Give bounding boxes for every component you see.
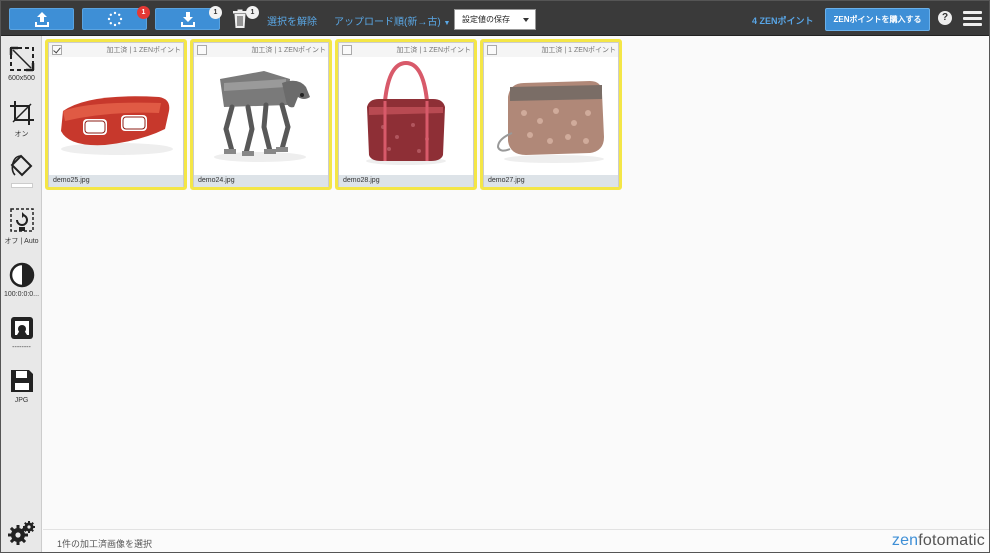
thumbnail-header: 加工済 | 1 ZENポイント bbox=[484, 43, 618, 57]
crop-label: オン bbox=[14, 131, 29, 138]
thumbnail-header: 加工済 | 1 ZENポイント bbox=[194, 43, 328, 57]
point-cost: 1 ZENポイント bbox=[423, 47, 471, 54]
rotate-label: オフ | Auto bbox=[4, 238, 39, 245]
top-toolbar: 1 1 1 選択を解除 アップロード順(新→古) ▼ 設定値の保存 4 ZENポ… bbox=[1, 1, 989, 36]
tool-sidebar: 600x500 オン オフ | Auto 100:0:0:0... ------… bbox=[1, 36, 42, 552]
thumbnail-frame: 加工済 | 1 ZENポイント demo24.jpg bbox=[193, 42, 329, 187]
logo-fotomatic: fotomatic bbox=[918, 532, 985, 549]
red-handbag-image bbox=[366, 60, 446, 165]
caret-down-icon bbox=[523, 18, 529, 22]
thumbnail-filename: demo24.jpg bbox=[194, 175, 328, 187]
hamburger-menu-icon[interactable] bbox=[963, 11, 982, 26]
upload-icon bbox=[34, 12, 49, 27]
resize-tool[interactable]: 600x500 bbox=[1, 46, 42, 82]
contrast-icon bbox=[9, 262, 34, 288]
process-count-badge: 1 bbox=[137, 6, 150, 19]
select-checkbox[interactable] bbox=[52, 45, 62, 55]
selection-status: 1件の加工済画像を選択 bbox=[57, 539, 153, 549]
caret-down-icon: ▼ bbox=[443, 20, 451, 27]
thumbnail-filename: demo25.jpg bbox=[49, 175, 183, 187]
sequin-pouch-image bbox=[496, 81, 604, 163]
thumbnail-card[interactable]: 加工済 | 1 ZENポイント demo27.jpg bbox=[480, 39, 622, 190]
save-disk-icon bbox=[10, 370, 33, 392]
resize-label: 600x500 bbox=[8, 75, 35, 82]
thumbnail-card[interactable]: 加工済 | 1 ZENポイント demo25.jpg bbox=[45, 39, 187, 190]
thumbnail-header: 加工済 | 1 ZENポイント bbox=[49, 43, 183, 57]
thumbnail-frame: 加工済 | 1 ZENポイント demo27.jpg bbox=[483, 42, 619, 187]
save-settings-select[interactable]: 設定値の保存 bbox=[454, 9, 536, 30]
trash-count-badge: 1 bbox=[246, 6, 259, 19]
thumbnail-meta: 加工済 | 1 ZENポイント bbox=[251, 47, 326, 54]
point-cost: 1 ZENポイント bbox=[278, 47, 326, 54]
deselect-link[interactable]: 選択を解除 bbox=[267, 13, 317, 28]
point-cost: 1 ZENポイント bbox=[568, 47, 616, 54]
processed-status: 加工済 bbox=[396, 47, 418, 54]
thumbnail-card[interactable]: 加工済 | 1 ZENポイント demo28.jpg bbox=[335, 39, 477, 190]
red-glasses-image bbox=[61, 96, 173, 155]
save-settings-label: 設定値の保存 bbox=[462, 15, 510, 24]
thumbnail-card[interactable]: 加工済 | 1 ZENポイント demo24.jpg bbox=[190, 39, 332, 190]
resize-icon bbox=[9, 46, 34, 72]
select-checkbox[interactable] bbox=[487, 45, 497, 55]
settings-tool[interactable] bbox=[1, 520, 42, 546]
rotate-tool[interactable]: オフ | Auto bbox=[1, 207, 42, 246]
spinner-icon bbox=[107, 11, 122, 27]
shadow-label: -------- bbox=[12, 344, 31, 351]
processed-status: 加工済 bbox=[106, 47, 128, 54]
processed-status: 加工済 bbox=[251, 47, 273, 54]
thumbnail-meta: 加工済 | 1 ZENポイント bbox=[106, 47, 181, 54]
walker-dog-image bbox=[214, 71, 310, 162]
thumbnail-meta: 加工済 | 1 ZENポイント bbox=[541, 47, 616, 54]
upload-button[interactable] bbox=[9, 8, 74, 30]
point-cost: 1 ZENポイント bbox=[133, 47, 181, 54]
thumbnail-frame: 加工済 | 1 ZENポイント demo28.jpg bbox=[338, 42, 474, 187]
select-checkbox[interactable] bbox=[197, 45, 207, 55]
sort-order-label: アップロード順(新→古) bbox=[334, 17, 441, 28]
background-color-swatch[interactable] bbox=[10, 183, 33, 188]
crop-tool[interactable]: オン bbox=[1, 100, 42, 139]
download-icon bbox=[180, 12, 195, 27]
background-tool[interactable] bbox=[1, 153, 42, 188]
points-balance: 4 ZENポイント bbox=[752, 16, 814, 26]
format-tool[interactable]: JPG bbox=[1, 368, 42, 404]
format-label: JPG bbox=[14, 397, 29, 404]
processed-status: 加工済 bbox=[541, 47, 563, 54]
logo-zen: zen bbox=[891, 532, 919, 549]
crop-icon bbox=[9, 101, 34, 125]
zenfotomatic-logo: zenfotomatic bbox=[892, 532, 985, 550]
thumbnail-header: 加工済 | 1 ZENポイント bbox=[339, 43, 473, 57]
thumbnail-frame: 加工済 | 1 ZENポイント demo25.jpg bbox=[48, 42, 184, 187]
thumbnail-meta: 加工済 | 1 ZENポイント bbox=[396, 47, 471, 54]
gears-icon bbox=[7, 521, 35, 545]
help-icon[interactable]: ? bbox=[938, 11, 952, 25]
buy-points-button[interactable]: ZENポイントを購入する bbox=[825, 8, 930, 31]
thumbnail-filename: demo27.jpg bbox=[484, 175, 618, 187]
download-count-badge: 1 bbox=[209, 6, 222, 19]
paint-bucket-icon bbox=[10, 154, 32, 177]
shadow-tool[interactable]: -------- bbox=[1, 315, 42, 351]
app-window: 1 1 1 選択を解除 アップロード順(新→古) ▼ 設定値の保存 4 ZENポ… bbox=[0, 0, 990, 553]
sort-order-dropdown[interactable]: アップロード順(新→古) ▼ bbox=[334, 13, 450, 28]
shadow-icon bbox=[10, 317, 33, 339]
contrast-label: 100:0:0:0... bbox=[3, 291, 40, 298]
status-bar: 1件の加工済画像を選択 zenfotomatic bbox=[43, 529, 989, 552]
contrast-tool[interactable]: 100:0:0:0... bbox=[1, 262, 42, 298]
select-checkbox[interactable] bbox=[342, 45, 352, 55]
rotate-icon bbox=[9, 208, 34, 232]
thumbnail-filename: demo28.jpg bbox=[339, 175, 473, 187]
